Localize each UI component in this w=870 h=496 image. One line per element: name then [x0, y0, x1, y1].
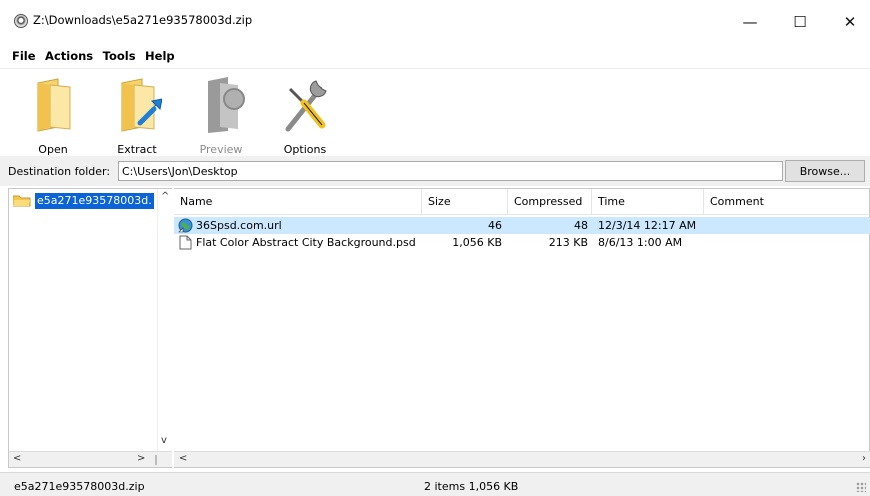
menu-tools[interactable]: Tools — [100, 44, 139, 63]
file-size: 1,056 KB — [452, 236, 502, 249]
preview-button: Preview — [188, 75, 254, 156]
list-header: Name Size Compressed Time Comment — [174, 189, 870, 215]
file-icon — [179, 235, 192, 250]
preview-icon — [208, 77, 245, 133]
internet-shortcut-icon — [178, 218, 193, 233]
file-time: 12/3/14 12:17 AM — [598, 219, 697, 232]
scroll-down-icon[interactable]: v — [161, 435, 167, 446]
table-row[interactable]: 36Spsd.com.url 46 48 12/3/14 12:17 AM — [174, 217, 870, 234]
tree-item-label: e5a271e93578003d. — [35, 193, 154, 209]
menu-help[interactable]: Help — [142, 44, 178, 63]
destination-input[interactable] — [118, 161, 783, 181]
scroll-right-icon[interactable]: › — [862, 453, 866, 464]
menu-bar: File Actions Tools Help — [0, 44, 870, 68]
file-list: Name Size Compressed Time Comment 36Spsd… — [174, 188, 870, 468]
destination-bar: Destination folder: Browse... — [0, 156, 870, 186]
window-title: Z:\Downloads\e5a271e93578003d.zip — [33, 13, 253, 27]
column-compressed[interactable]: Compressed — [508, 189, 592, 215]
toolbar: Open Extract Preview Options — [0, 68, 870, 156]
browse-button[interactable]: Browse... — [785, 160, 865, 182]
status-archive-name: e5a271e93578003d.zip — [14, 480, 145, 493]
options-label: Options — [283, 143, 327, 156]
destination-label: Destination folder: — [8, 165, 111, 178]
scroll-right-icon[interactable]: > — [137, 453, 145, 464]
status-summary: 2 items 1,056 KB — [424, 480, 519, 493]
open-button[interactable]: Open — [20, 75, 86, 156]
close-button[interactable]: ✕ — [830, 8, 870, 36]
column-size[interactable]: Size — [422, 189, 508, 215]
open-folder-icon — [37, 78, 71, 132]
column-time[interactable]: Time — [592, 189, 704, 215]
folder-icon — [13, 195, 31, 207]
list-horizontal-scrollbar[interactable]: < › — [174, 451, 870, 467]
status-bar: e5a271e93578003d.zip 2 items 1,056 KB — [0, 472, 870, 496]
preview-label: Preview — [199, 143, 243, 156]
file-name: 36Spsd.com.url — [196, 219, 282, 232]
column-name[interactable]: Name — [174, 189, 422, 215]
extract-button[interactable]: Extract — [104, 75, 170, 156]
splitter-grip[interactable] — [155, 455, 157, 465]
resize-grip-icon[interactable] — [856, 482, 866, 492]
file-size: 46 — [488, 219, 502, 232]
folder-tree: e5a271e93578003d. ^ v < > — [8, 188, 172, 468]
tree-vertical-scrollbar[interactable]: ^ v — [157, 189, 172, 451]
app-icon — [14, 14, 28, 28]
tree-horizontal-scrollbar[interactable]: < > — [9, 451, 172, 467]
file-name: Flat Color Abstract City Background.psd — [196, 236, 416, 249]
scroll-left-icon[interactable]: < — [13, 453, 21, 464]
tools-icon — [285, 80, 327, 132]
maximize-button[interactable]: ☐ — [780, 8, 820, 36]
minimize-button[interactable]: — — [730, 8, 770, 36]
extract-folder-icon — [121, 78, 162, 132]
table-row[interactable]: Flat Color Abstract City Background.psd … — [174, 234, 870, 251]
options-button[interactable]: Options — [272, 75, 338, 156]
menu-file[interactable]: File — [9, 44, 39, 63]
file-compressed: 48 — [574, 219, 588, 232]
file-compressed: 213 KB — [548, 236, 588, 249]
column-comment[interactable]: Comment — [704, 189, 870, 215]
extract-label: Extract — [117, 143, 157, 156]
open-label: Open — [38, 143, 68, 156]
menu-actions[interactable]: Actions — [42, 44, 96, 63]
scroll-left-icon[interactable]: < — [179, 453, 187, 464]
title-bar: Z:\Downloads\e5a271e93578003d.zip — ☐ ✕ — [0, 0, 870, 44]
file-time: 8/6/13 1:00 AM — [598, 236, 683, 249]
scroll-up-icon[interactable]: ^ — [161, 191, 169, 202]
